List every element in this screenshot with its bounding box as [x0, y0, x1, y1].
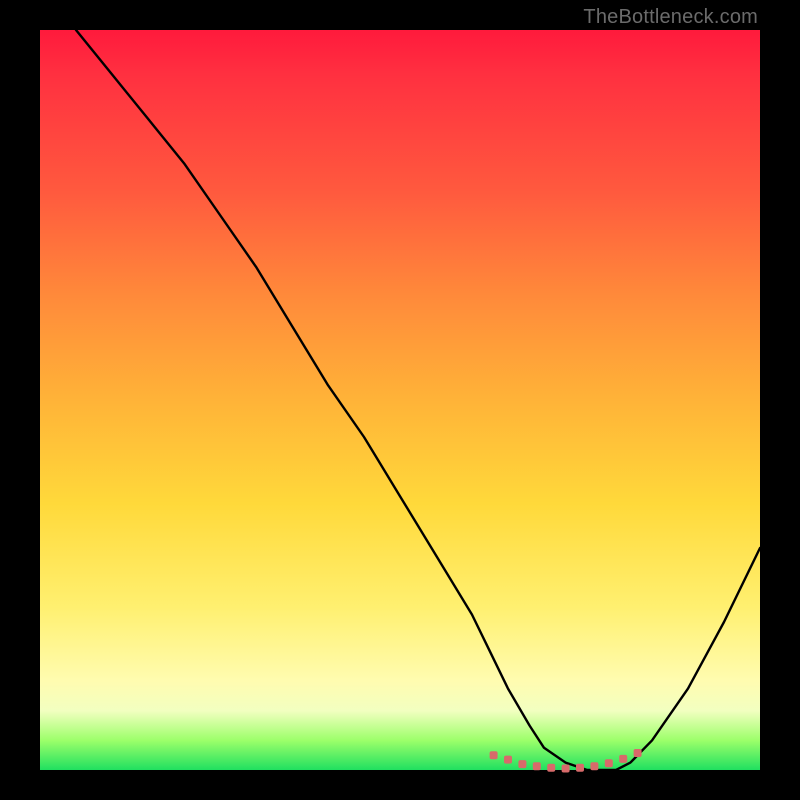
valley-marker — [605, 759, 613, 767]
valley-marker — [518, 760, 526, 768]
valley-marker — [562, 765, 570, 773]
bottleneck-curve-path — [76, 30, 760, 770]
valley-marker — [547, 764, 555, 772]
plot-area — [40, 30, 760, 770]
chart-frame: TheBottleneck.com — [0, 0, 800, 800]
chart-svg — [40, 30, 760, 770]
valley-marker — [490, 751, 498, 759]
watermark-text: TheBottleneck.com — [583, 6, 758, 29]
valley-marker — [634, 749, 642, 757]
valley-marker — [590, 762, 598, 770]
valley-marker — [619, 755, 627, 763]
valley-marker — [533, 762, 541, 770]
valley-marker — [576, 764, 584, 772]
valley-marker — [504, 756, 512, 764]
